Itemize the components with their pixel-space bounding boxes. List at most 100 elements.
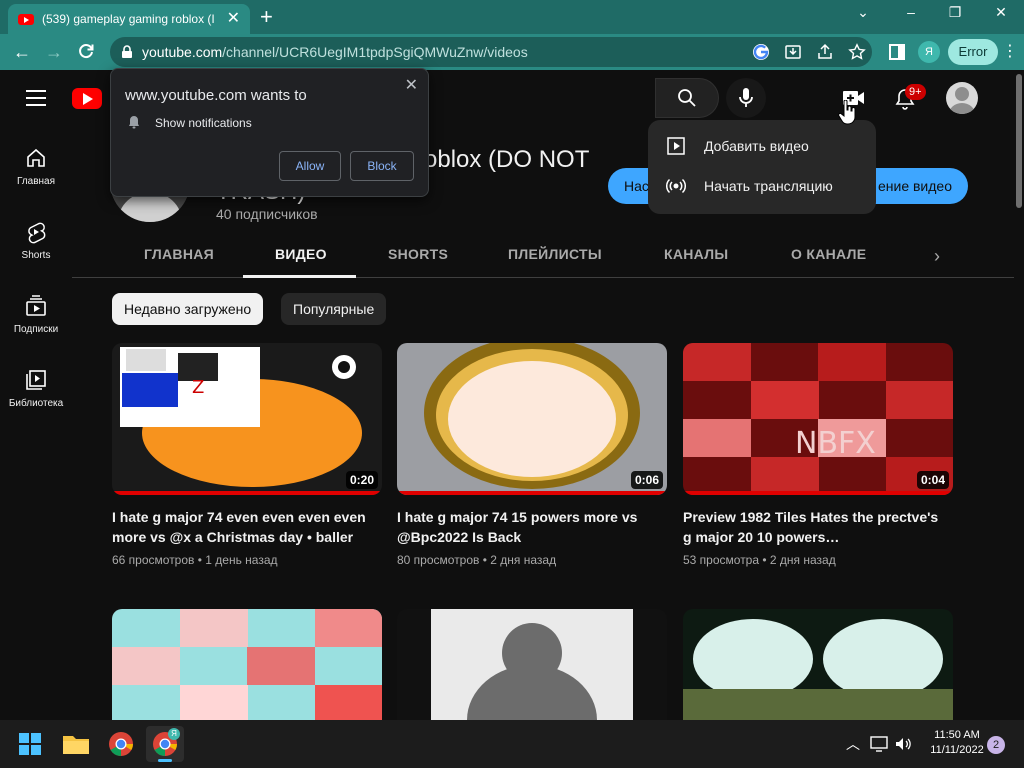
account-avatar[interactable] xyxy=(946,82,978,114)
default-user-icon xyxy=(949,87,975,114)
browser-tab-title: (539) gameplay gaming roblox (I xyxy=(42,12,215,26)
video-thumbnail[interactable]: 0:06 xyxy=(397,343,667,495)
shorts-icon xyxy=(28,222,46,244)
chrome-icon[interactable] xyxy=(108,731,134,757)
svg-text:NBFX: NBFX xyxy=(795,426,876,461)
search-button[interactable] xyxy=(655,78,719,118)
video-duration: 0:04 xyxy=(916,471,949,489)
back-button[interactable]: ← xyxy=(12,42,32,62)
tab-shorts[interactable]: SHORTS xyxy=(388,246,448,262)
display-icon[interactable] xyxy=(870,736,888,752)
new-tab-button[interactable]: + xyxy=(260,6,273,28)
subscriber-count: 40 подписчиков xyxy=(216,206,318,222)
thumbnail-image: Z xyxy=(112,343,382,495)
tab-home[interactable]: ГЛАВНАЯ xyxy=(144,246,214,262)
file-explorer-icon[interactable] xyxy=(62,732,90,756)
thumbnail-image xyxy=(112,609,382,720)
sidebar-item-shorts[interactable]: Shorts xyxy=(0,202,72,276)
video-thumbnail[interactable] xyxy=(112,609,382,720)
block-button[interactable]: Block xyxy=(350,151,414,181)
menu-item-go-live[interactable]: Начать трансляцию xyxy=(648,166,876,206)
tab-channels[interactable]: КАНАЛЫ xyxy=(664,246,728,262)
show-hidden-icons-chevron-icon[interactable]: ︿ xyxy=(846,734,860,754)
video-card[interactable] xyxy=(683,609,953,720)
video-thumbnail[interactable]: NBFX 0:04 xyxy=(683,343,953,495)
minimize-button[interactable]: – xyxy=(891,4,931,24)
customize-channel-button[interactable]: Нас xyxy=(624,178,649,194)
video-card[interactable]: Z 0:20 I hate g major 74 even even even … xyxy=(112,343,382,567)
microphone-icon xyxy=(739,88,753,107)
hamburger-menu-icon[interactable] xyxy=(26,90,46,106)
sidebar-item-home[interactable]: Главная xyxy=(0,128,72,202)
video-title[interactable]: I hate g major 74 15 powers more vs @Bpc… xyxy=(397,507,659,547)
video-metadata: 53 просмотра • 2 дня назад xyxy=(683,553,836,567)
side-panel-icon[interactable] xyxy=(888,43,906,61)
notification-permission-dialog: www.youtube.com wants to ✕ Show notifica… xyxy=(110,68,429,197)
chip-popular[interactable]: Популярные xyxy=(281,293,387,325)
sidebar-item-library[interactable]: Библиотека xyxy=(0,350,72,424)
svg-text:Z: Z xyxy=(192,377,204,398)
chrome-profile-taskbar-button[interactable]: Я xyxy=(146,726,184,762)
guide-sidebar: Главная Shorts Подписки Библиотека xyxy=(0,128,72,718)
video-card[interactable] xyxy=(397,609,667,720)
video-title[interactable]: I hate g major 74 even even even even mo… xyxy=(112,507,374,547)
bookmark-star-icon[interactable] xyxy=(848,43,866,61)
voice-search-button[interactable] xyxy=(726,78,766,118)
video-card[interactable]: NBFX 0:04 Preview 1982 Tiles Hates the p… xyxy=(683,343,953,567)
install-app-icon[interactable] xyxy=(784,43,802,61)
youtube-logo[interactable] xyxy=(72,88,102,109)
video-thumbnail[interactable]: Z 0:20 xyxy=(112,343,382,495)
chip-recently-uploaded[interactable]: Недавно загружено xyxy=(112,293,264,325)
url-text: youtube.com/channel/UCR6UegIM1tpdpSgiQMW… xyxy=(142,44,528,60)
video-thumbnail[interactable] xyxy=(683,609,953,720)
forward-button[interactable]: → xyxy=(44,42,64,62)
tab-playlists[interactable]: ПЛЕЙЛИСТЫ xyxy=(508,246,602,262)
browser-menu-button[interactable]: ⋮ xyxy=(1000,42,1020,62)
profile-avatar[interactable]: Я xyxy=(918,41,940,63)
reload-button[interactable] xyxy=(76,42,96,62)
permission-close-button[interactable]: ✕ xyxy=(405,75,418,95)
video-title[interactable]: Preview 1982 Tiles Hates the prectve's g… xyxy=(683,507,945,547)
watch-progress-bar xyxy=(112,491,382,495)
tab-search-chevron-icon[interactable]: ⌄ xyxy=(843,4,883,24)
video-card[interactable]: 0:06 I hate g major 74 15 powers more vs… xyxy=(397,343,667,567)
notification-center-badge[interactable]: 2 xyxy=(987,736,1005,754)
tabs-next-chevron-icon[interactable]: › xyxy=(934,246,940,267)
windows-start-icon[interactable] xyxy=(18,732,42,756)
watch-progress-bar xyxy=(683,491,953,495)
subscriptions-icon xyxy=(26,295,46,316)
watch-progress-bar xyxy=(397,491,667,495)
manage-videos-button[interactable]: ение видео xyxy=(878,168,952,204)
taskbar-clock[interactable]: 11:50 AM 11/11/2022 xyxy=(920,728,994,758)
video-thumbnail[interactable] xyxy=(397,609,667,720)
search-icon xyxy=(678,89,696,107)
tab-videos[interactable]: ВИДЕО xyxy=(275,246,327,262)
clock-time: 11:50 AM xyxy=(934,729,980,741)
allow-button[interactable]: Allow xyxy=(279,151,341,181)
error-button[interactable]: Error xyxy=(948,39,998,65)
volume-icon[interactable] xyxy=(894,736,912,752)
video-card[interactable] xyxy=(112,609,382,720)
create-menu: Добавить видео Начать трансляцию xyxy=(648,120,876,214)
home-icon xyxy=(27,148,45,167)
active-tab-indicator xyxy=(243,275,356,278)
share-icon[interactable] xyxy=(816,43,834,61)
tab-close-button[interactable]: ✕ xyxy=(227,11,240,27)
reload-icon xyxy=(79,44,94,59)
profile-badge: Я xyxy=(168,728,180,740)
close-window-button[interactable]: ✕ xyxy=(981,4,1021,24)
maximize-button[interactable]: ❐ xyxy=(935,4,975,24)
address-bar[interactable]: youtube.com/channel/UCR6UegIM1tpdpSgiQMW… xyxy=(110,37,872,67)
tab-about[interactable]: О КАНАЛЕ xyxy=(791,246,866,262)
browser-tab-youtube[interactable]: (539) gameplay gaming roblox (I ✕ xyxy=(8,4,250,34)
windows-taskbar: Я ︿ 11:50 AM 11/11/2022 xyxy=(0,720,1024,768)
bell-icon xyxy=(129,116,139,129)
browser-tab-strip: (539) gameplay gaming roblox (I ✕ + ⌄ – … xyxy=(0,0,1024,34)
sidebar-item-subscriptions[interactable]: Подписки xyxy=(0,276,72,350)
video-metadata: 80 просмотров • 2 дня назад xyxy=(397,553,557,567)
video-duration: 0:20 xyxy=(345,471,378,489)
google-icon[interactable] xyxy=(752,43,770,61)
page-scrollbar-thumb[interactable] xyxy=(1016,74,1022,208)
video-duration: 0:06 xyxy=(630,471,663,489)
menu-item-upload-video[interactable]: Добавить видео xyxy=(648,126,876,166)
